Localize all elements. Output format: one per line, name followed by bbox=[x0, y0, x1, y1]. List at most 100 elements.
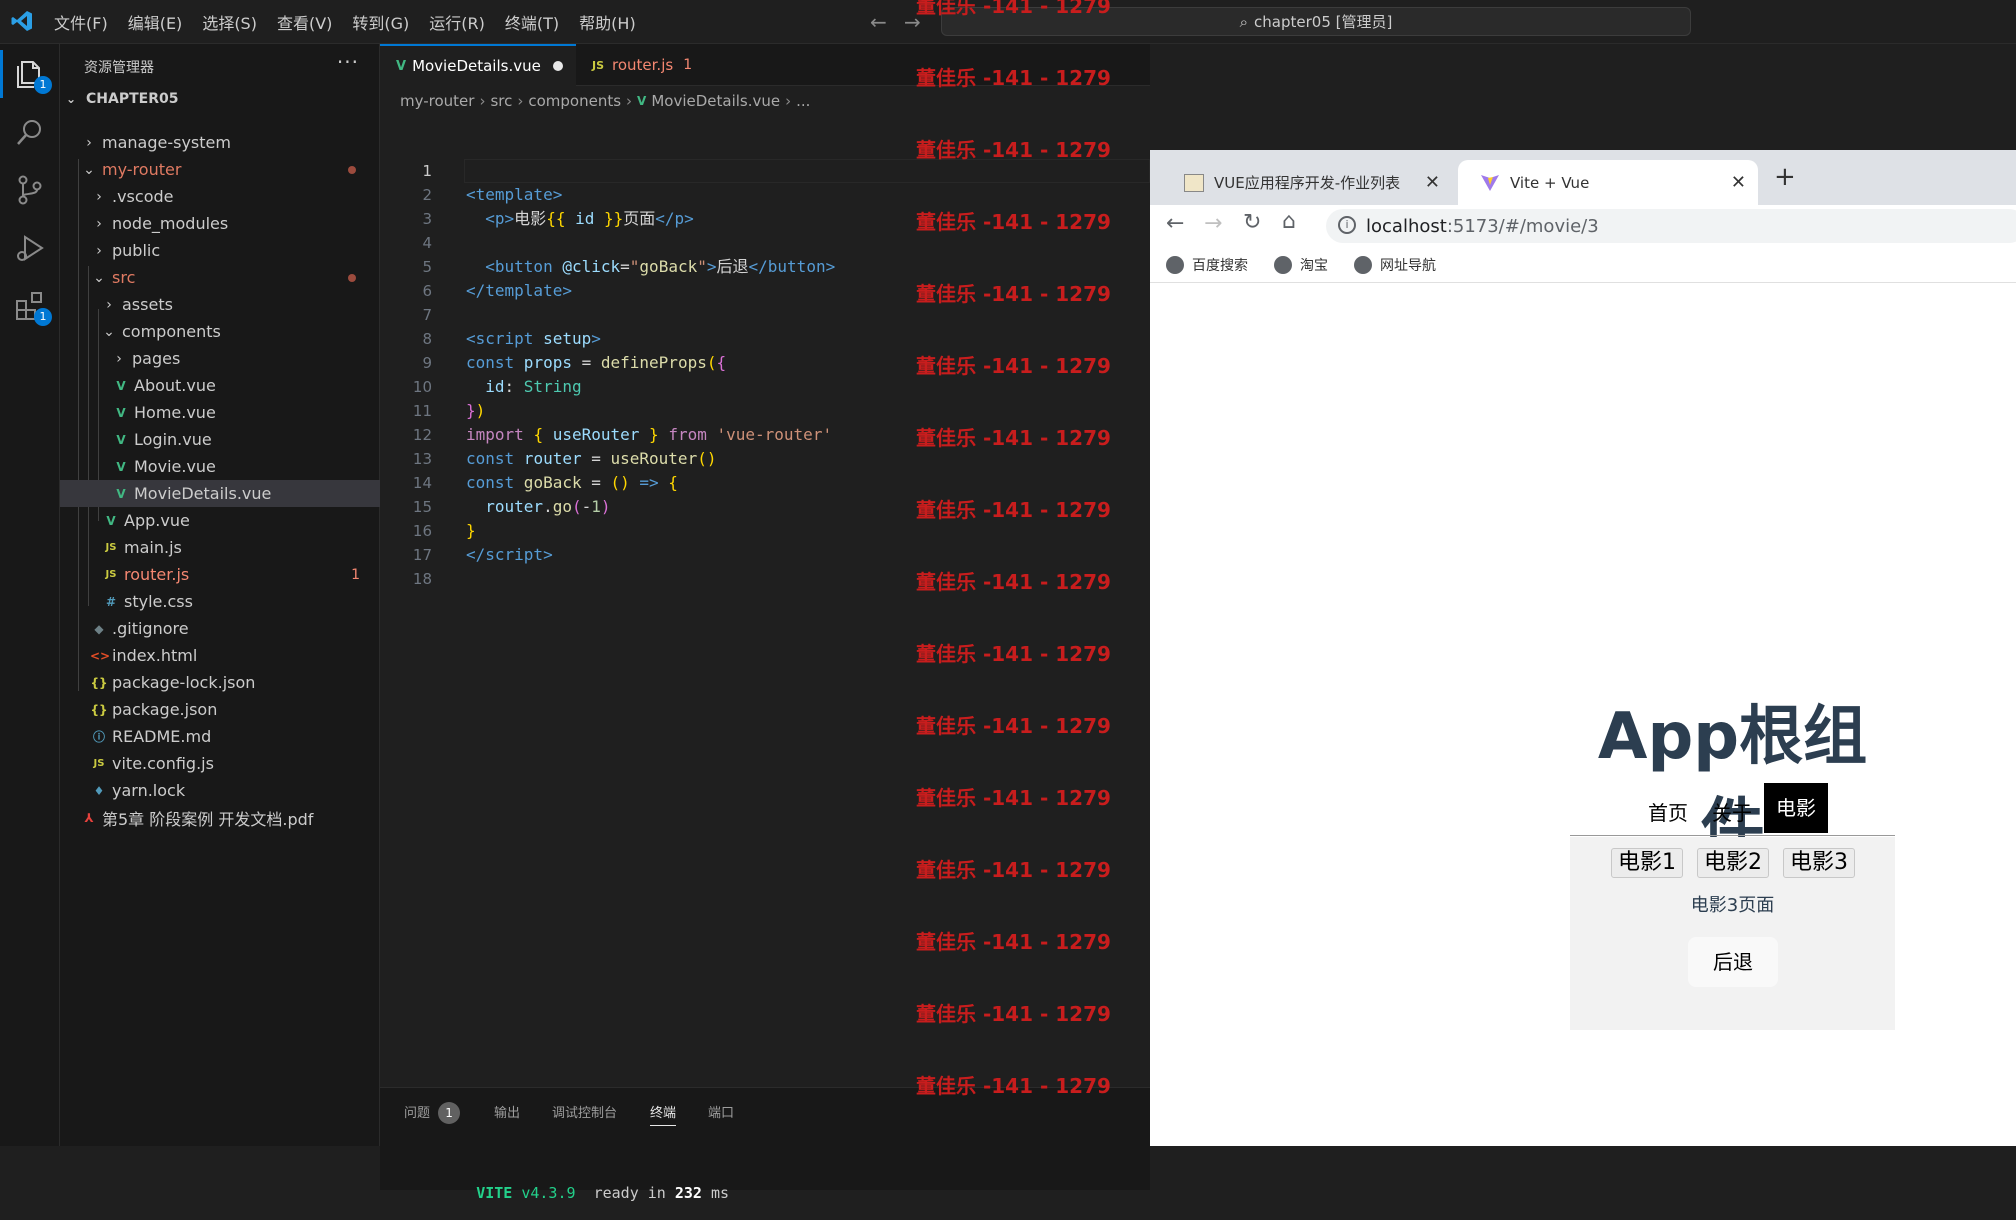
terminal-output[interactable]: VITE v4.3.9 ready in 232 ms bbox=[422, 1166, 729, 1220]
tree-file-style-css[interactable]: # style.css bbox=[60, 588, 380, 615]
chevron-right-icon: › bbox=[96, 215, 102, 232]
tree-file-readme-md[interactable]: ⓘ README.md bbox=[60, 723, 380, 750]
code-line[interactable]: }) bbox=[466, 399, 485, 423]
tab-moviedetails-vue[interactable]: V MovieDetails.vue bbox=[380, 44, 576, 86]
tree-file-gitignore[interactable]: ◆ .gitignore bbox=[60, 615, 380, 642]
tree-file-login-vue[interactable]: V Login.vue bbox=[60, 426, 380, 453]
tree-folder-manage-system[interactable]: › manage-system bbox=[60, 129, 380, 156]
breadcrumb-item[interactable]: ... bbox=[796, 92, 810, 110]
bookmark-baidu[interactable]: 百度搜索 bbox=[1166, 255, 1248, 275]
tree-file-router-js[interactable]: JS router.js 1 bbox=[60, 561, 380, 588]
tree-file-pdf[interactable]: ⅄ 第5章 阶段案例 开发文档.pdf bbox=[60, 804, 380, 831]
movie-1-link[interactable]: 电影1 bbox=[1611, 848, 1683, 878]
panel-tab-problems[interactable]: 问题 1 bbox=[404, 1102, 461, 1124]
tree-file-home-vue[interactable]: V Home.vue bbox=[60, 399, 380, 426]
menu-help[interactable]: 帮助(H) bbox=[579, 10, 636, 34]
tree-folder-pages[interactable]: › pages bbox=[60, 345, 380, 372]
workspace-section[interactable]: ⌄ CHAPTER05 bbox=[66, 91, 178, 107]
breadcrumb-item[interactable]: components bbox=[528, 92, 621, 110]
code-line[interactable]: <button @click="goBack">后退</button> bbox=[466, 255, 835, 279]
movie-3-link[interactable]: 电影3 bbox=[1783, 848, 1855, 878]
tree-file-yarn-lock[interactable]: ♦ yarn.lock bbox=[60, 777, 380, 804]
code-line[interactable]: </template> bbox=[466, 279, 572, 303]
tree-file-about-vue[interactable]: V About.vue bbox=[60, 372, 380, 399]
search-activity-icon[interactable] bbox=[12, 114, 48, 150]
line-number: 10 bbox=[412, 378, 432, 396]
code-line[interactable]: import { useRouter } from 'vue-router' bbox=[466, 423, 832, 447]
menu-edit[interactable]: 编辑(E) bbox=[128, 10, 183, 34]
bookmark-taobao[interactable]: 淘宝 bbox=[1274, 255, 1328, 275]
breadcrumb-item[interactable]: MovieDetails.vue bbox=[651, 92, 780, 110]
menu-view[interactable]: 查看(V) bbox=[277, 10, 332, 34]
forward-icon[interactable]: → bbox=[1204, 211, 1222, 236]
movie-2-link[interactable]: 电影2 bbox=[1697, 848, 1769, 878]
tab-router-js[interactable]: JS router.js 1 bbox=[576, 44, 726, 86]
nav-movie-link[interactable]: 电影 bbox=[1764, 783, 1828, 833]
menu-file[interactable]: 文件(F) bbox=[54, 10, 108, 34]
tree-file-main-js[interactable]: JS main.js bbox=[60, 534, 380, 561]
code-line[interactable]: const props = defineProps({ bbox=[466, 351, 726, 375]
nav-about-link[interactable]: 关于 bbox=[1712, 797, 1752, 826]
home-icon[interactable]: ⌂ bbox=[1282, 209, 1296, 234]
panel-tab-terminal[interactable]: 终端 bbox=[650, 1102, 677, 1126]
menu-go[interactable]: 转到(G) bbox=[352, 10, 409, 34]
panel-tab-output[interactable]: 输出 bbox=[494, 1102, 520, 1121]
breadcrumb-item[interactable]: my-router bbox=[400, 92, 474, 110]
tree-folder-my-router[interactable]: ⌄ my-router bbox=[60, 156, 380, 183]
code-line[interactable]: const router = useRouter() bbox=[466, 447, 716, 471]
tree-folder-assets[interactable]: › assets bbox=[60, 291, 380, 318]
panel-tab-debug-console[interactable]: 调试控制台 bbox=[552, 1102, 617, 1121]
breadcrumb-item[interactable]: src bbox=[490, 92, 512, 110]
tree-file-moviedetails-vue[interactable]: V MovieDetails.vue bbox=[60, 480, 380, 507]
tree-label: README.md bbox=[112, 727, 212, 746]
terminal-version: v4.3.9 bbox=[521, 1184, 576, 1202]
tree-folder-node-modules[interactable]: › node_modules bbox=[60, 210, 380, 237]
source-control-icon[interactable] bbox=[12, 172, 48, 208]
code-line[interactable]: const goBack = () => { bbox=[466, 471, 678, 495]
tree-folder-components[interactable]: ⌄ components bbox=[60, 318, 380, 345]
tree-folder-public[interactable]: › public bbox=[60, 237, 380, 264]
tree-file-package-json[interactable]: {} package.json bbox=[60, 696, 380, 723]
new-tab-button[interactable]: + bbox=[1774, 162, 1796, 192]
address-bar[interactable]: i localhost:5173/#/movie/3 bbox=[1326, 209, 2016, 243]
panel-tab-ports[interactable]: 端口 bbox=[708, 1102, 734, 1121]
close-tab-icon[interactable]: ✕ bbox=[1425, 172, 1440, 193]
run-debug-icon[interactable] bbox=[12, 230, 48, 266]
tree-file-package-lock-json[interactable]: {} package-lock.json bbox=[60, 669, 380, 696]
back-icon[interactable]: ← bbox=[1166, 211, 1184, 236]
browser-tab-assignments[interactable]: VUE应用程序开发-作业列表 ✕ bbox=[1162, 160, 1452, 205]
tree-label: App.vue bbox=[124, 511, 190, 530]
tree-file-index-html[interactable]: <> index.html bbox=[60, 642, 380, 669]
code-line[interactable]: id: String bbox=[466, 375, 581, 399]
back-button[interactable]: 后退 bbox=[1688, 937, 1778, 987]
vscode-logo-icon bbox=[11, 11, 32, 31]
menu-run[interactable]: 运行(R) bbox=[429, 10, 485, 34]
code-line[interactable]: <p>电影{{ id }}页面</p> bbox=[466, 207, 694, 231]
tree-file-vite-config-js[interactable]: JS vite.config.js bbox=[60, 750, 380, 777]
nav-home-link[interactable]: 首页 bbox=[1648, 797, 1688, 826]
code-line[interactable]: </script> bbox=[466, 543, 553, 567]
code-line[interactable]: router.go(-1) bbox=[466, 495, 610, 519]
tree-folder-vscode[interactable]: › .vscode bbox=[60, 183, 380, 210]
menu-selection[interactable]: 选择(S) bbox=[202, 10, 257, 34]
bookmark-nav[interactable]: 网址导航 bbox=[1354, 255, 1436, 275]
explorer-icon[interactable]: 1 bbox=[0, 50, 52, 98]
code-line[interactable]: <template> bbox=[466, 183, 562, 207]
close-tab-icon[interactable]: ✕ bbox=[1731, 172, 1746, 193]
watermark: 董佳乐 -141 - 1279 bbox=[916, 1074, 1111, 1098]
line-number: 3 bbox=[422, 210, 432, 228]
reload-icon[interactable]: ↻ bbox=[1243, 210, 1261, 235]
tree-file-movie-vue[interactable]: V Movie.vue bbox=[60, 453, 380, 480]
tree-file-app-vue[interactable]: V App.vue bbox=[60, 507, 380, 534]
extensions-icon[interactable]: 1 bbox=[12, 288, 52, 326]
more-actions-icon[interactable]: ··· bbox=[337, 50, 359, 74]
code-line[interactable]: } bbox=[466, 519, 476, 543]
browser-tab-vite-vue[interactable]: Vite + Vue ✕ bbox=[1458, 160, 1758, 205]
tree-folder-src[interactable]: ⌄ src bbox=[60, 264, 380, 291]
unsaved-dot-icon[interactable] bbox=[552, 61, 563, 71]
code-line[interactable]: <script setup> bbox=[466, 327, 601, 351]
menu-terminal[interactable]: 终端(T) bbox=[505, 10, 559, 34]
back-arrow-icon[interactable]: ← bbox=[870, 10, 887, 34]
info-icon[interactable]: i bbox=[1338, 216, 1356, 234]
explorer-title: 资源管理器 bbox=[84, 60, 154, 76]
